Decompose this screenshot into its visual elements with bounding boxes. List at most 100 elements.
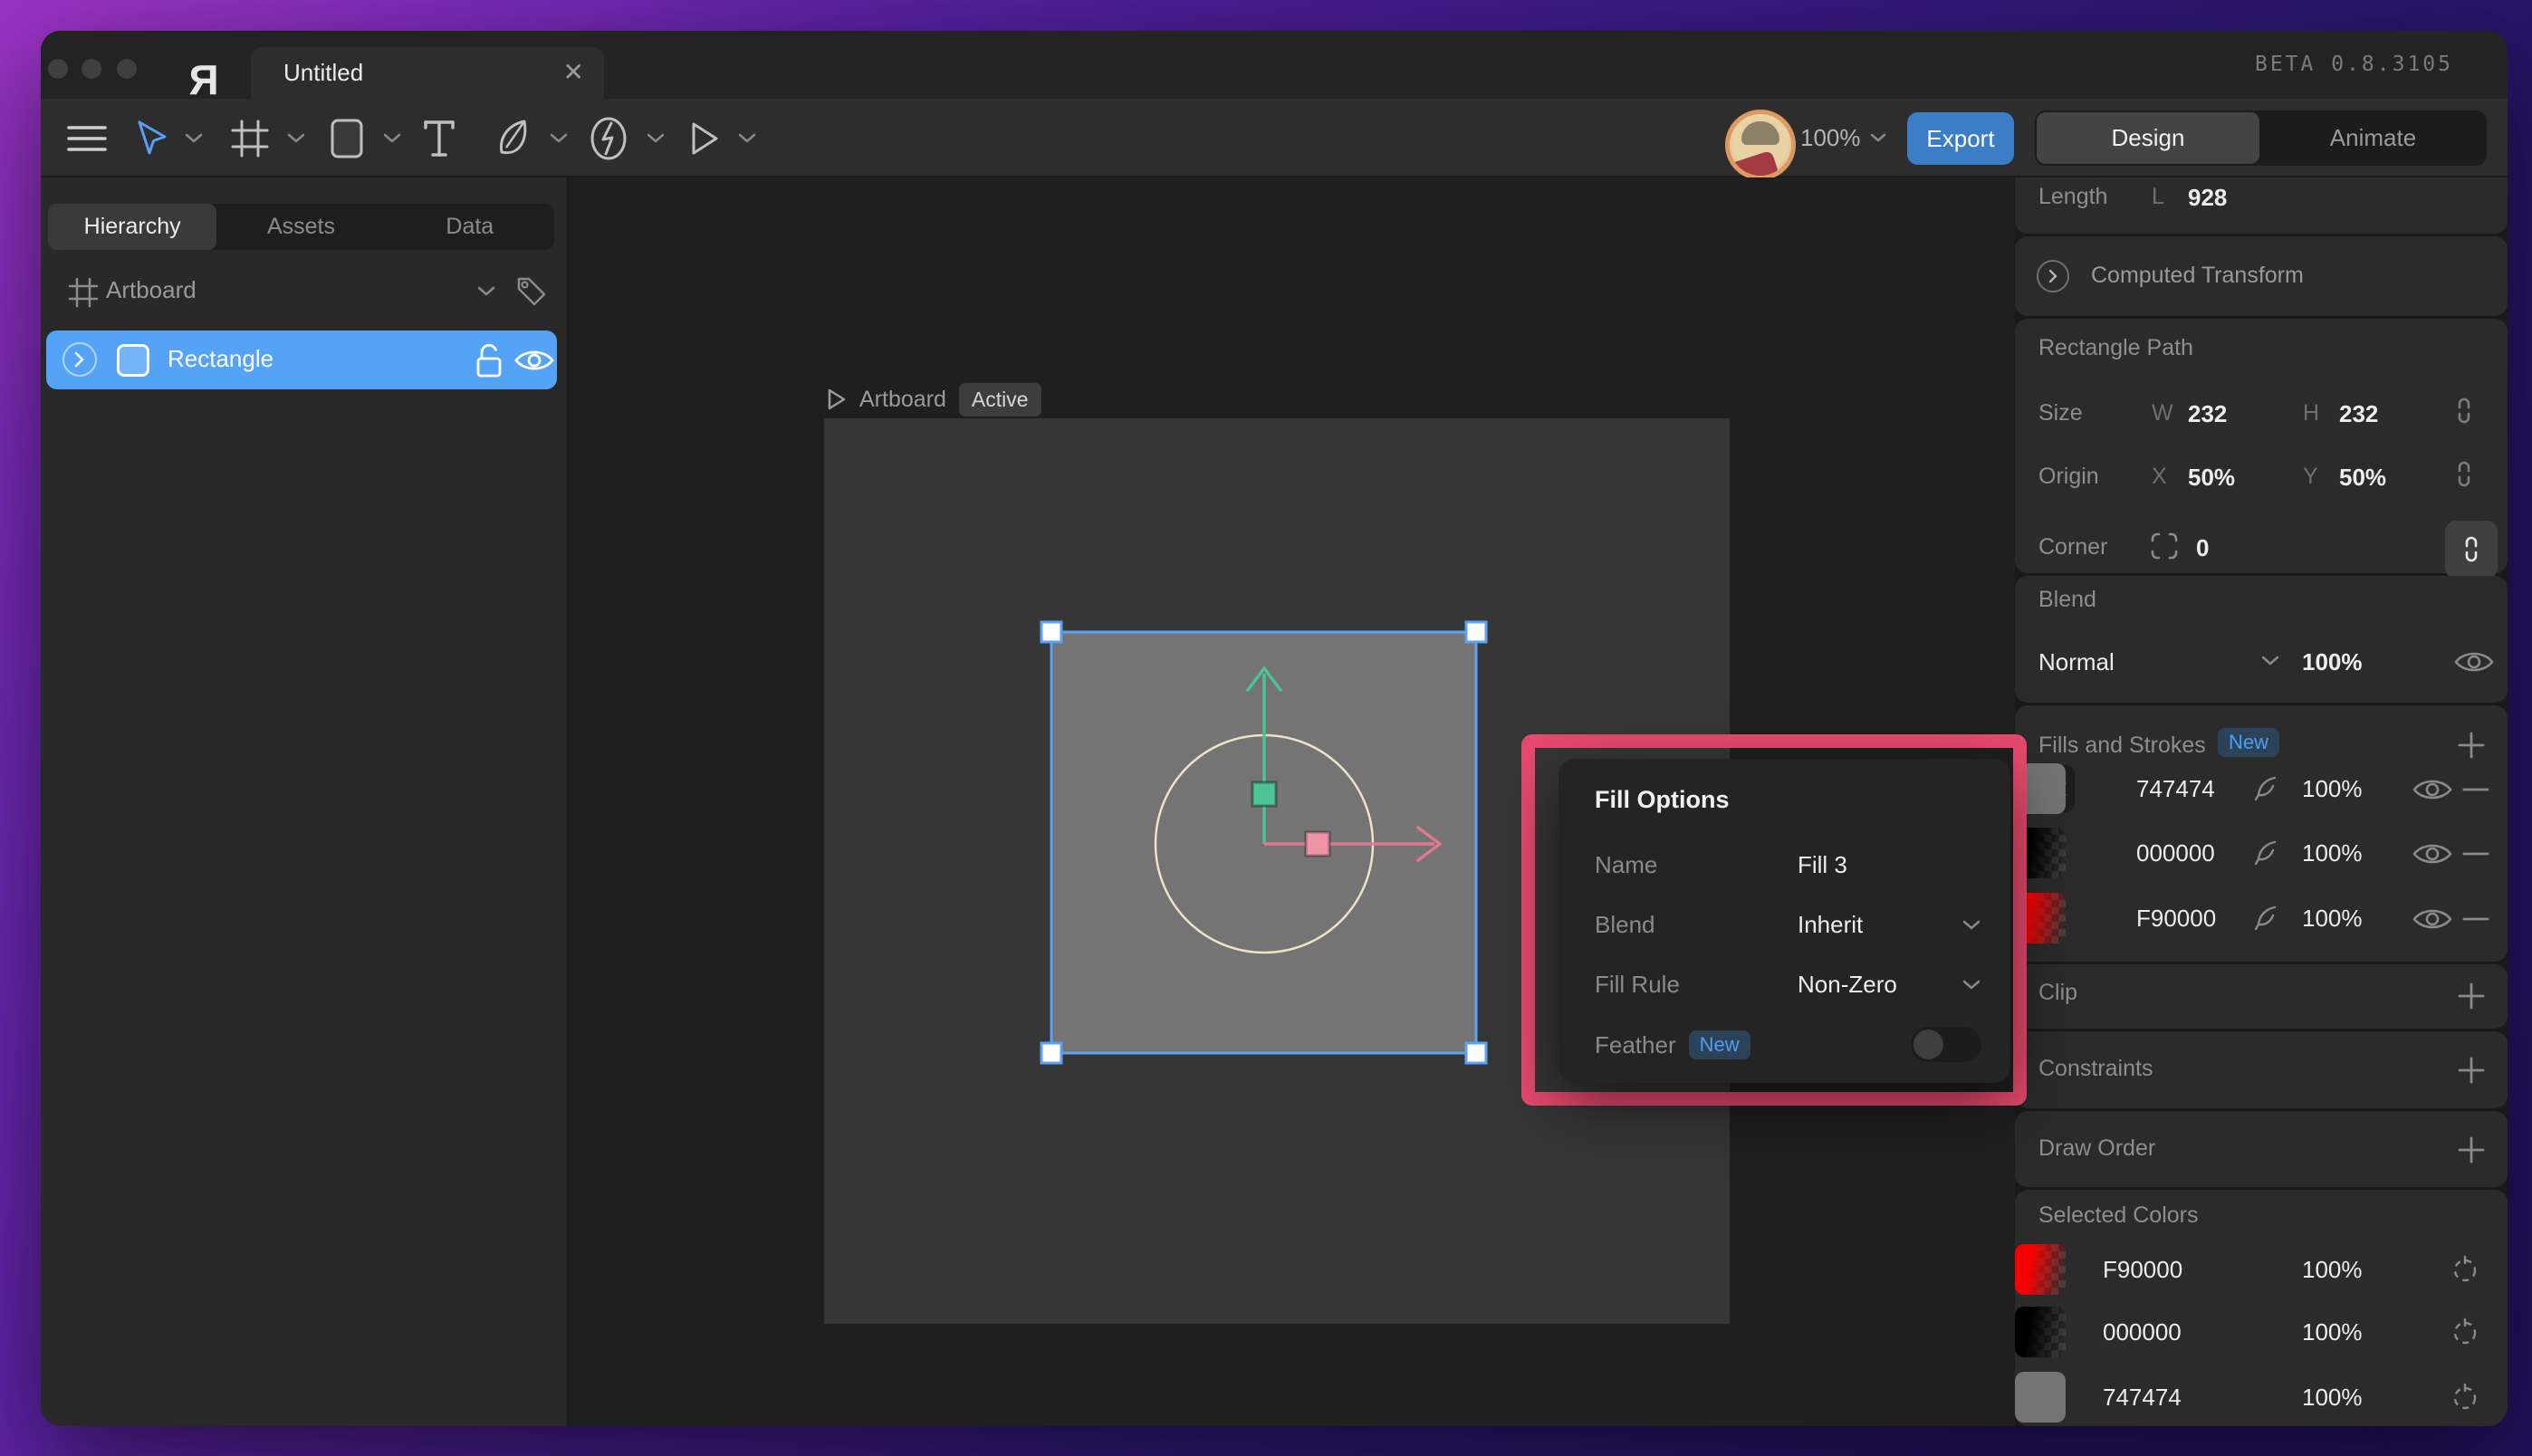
export-button[interactable]: Export xyxy=(1907,112,2014,165)
beta-version-label: BETA 0.8.3105 xyxy=(2255,53,2453,76)
y-axis-handle[interactable] xyxy=(1252,782,1276,806)
chevron-down-icon[interactable] xyxy=(287,133,305,144)
fill-hex[interactable]: 000000 xyxy=(2136,839,2215,867)
fill-row[interactable]: 000000 100% xyxy=(2015,828,2508,878)
fill-row[interactable]: 747474 100% xyxy=(2015,763,2508,814)
blend-select[interactable]: Inherit xyxy=(1798,911,1863,939)
chevron-down-icon[interactable] xyxy=(1962,920,1981,931)
length-value[interactable]: 928 xyxy=(2188,184,2227,212)
target-icon[interactable] xyxy=(2448,1381,2482,1415)
height-field[interactable]: 232 xyxy=(2339,400,2378,428)
select-tool[interactable] xyxy=(136,99,203,177)
tab-animate[interactable]: Animate xyxy=(2259,110,2487,166)
fill-hex[interactable]: F90000 xyxy=(2136,905,2216,933)
corner-field[interactable]: 0 xyxy=(2196,534,2209,562)
feather-icon[interactable] xyxy=(2252,775,2279,802)
width-field[interactable]: 232 xyxy=(2188,400,2227,428)
add-constraint-button[interactable] xyxy=(2457,1056,2486,1085)
name-value[interactable]: Fill 3 xyxy=(1798,851,1847,879)
rectangle-tool[interactable] xyxy=(329,99,401,177)
x-axis-handle[interactable] xyxy=(1306,832,1329,856)
add-clip-button[interactable] xyxy=(2457,982,2486,1011)
window-zoom-button[interactable] xyxy=(117,59,137,79)
chevron-down-icon[interactable] xyxy=(477,286,495,297)
fill-opacity[interactable]: 100% xyxy=(2302,905,2363,933)
color-swatch[interactable] xyxy=(2015,1244,2066,1295)
target-icon[interactable] xyxy=(2448,1253,2482,1288)
color-hex[interactable]: F90000 xyxy=(2103,1256,2182,1284)
document-tab[interactable]: Untitled ✕ xyxy=(251,47,604,99)
color-swatch[interactable] xyxy=(2015,1307,2066,1357)
fill-opacity[interactable]: 100% xyxy=(2302,775,2363,803)
name-label: Name xyxy=(1595,851,1657,879)
eye-icon[interactable] xyxy=(2412,905,2453,933)
feather-icon[interactable] xyxy=(2252,905,2279,932)
tag-icon[interactable] xyxy=(515,275,548,308)
chevron-down-icon[interactable] xyxy=(647,133,665,144)
link-icon[interactable] xyxy=(2453,458,2475,491)
remove-fill-icon[interactable] xyxy=(2462,851,2489,857)
corner-link-button[interactable] xyxy=(2445,521,2498,579)
tab-design[interactable]: Design xyxy=(2037,112,2259,164)
avatar[interactable] xyxy=(1725,110,1796,180)
origin-x-field[interactable]: 50% xyxy=(2188,464,2235,492)
chevron-down-icon[interactable] xyxy=(383,133,401,144)
popup-title: Fill Options xyxy=(1595,786,1730,814)
link-icon[interactable] xyxy=(2453,395,2475,427)
remove-fill-icon[interactable] xyxy=(2462,787,2489,792)
play-tool[interactable] xyxy=(689,99,756,177)
chevron-down-icon[interactable] xyxy=(1962,980,1981,991)
eye-icon[interactable] xyxy=(2412,840,2453,867)
add-draw-order-button[interactable] xyxy=(2457,1135,2486,1164)
color-opacity[interactable]: 100% xyxy=(2302,1318,2363,1346)
color-hex[interactable]: 000000 xyxy=(2103,1318,2182,1346)
color-opacity[interactable]: 100% xyxy=(2302,1256,2363,1284)
close-icon[interactable]: ✕ xyxy=(563,47,584,99)
pen-tool[interactable] xyxy=(494,99,568,177)
zoom-control[interactable]: 100% xyxy=(1800,99,1886,177)
eye-icon[interactable] xyxy=(2453,648,2495,675)
target-icon[interactable] xyxy=(2448,1316,2482,1350)
fill-opacity[interactable]: 100% xyxy=(2302,839,2363,867)
chevron-down-icon[interactable] xyxy=(550,133,568,144)
blend-opacity-field[interactable]: 100% xyxy=(2302,648,2363,676)
tree-item-rectangle[interactable]: Rectangle xyxy=(46,330,557,389)
color-hex[interactable]: 747474 xyxy=(2103,1384,2182,1412)
tab-data[interactable]: Data xyxy=(386,204,554,250)
feather-toggle[interactable] xyxy=(1911,1027,1981,1062)
blend-mode-select[interactable]: Normal xyxy=(2038,648,2115,676)
chevron-down-icon[interactable] xyxy=(738,133,756,144)
color-opacity[interactable]: 100% xyxy=(2302,1384,2363,1412)
fill-hex[interactable]: 747474 xyxy=(2136,775,2215,803)
eye-icon[interactable] xyxy=(2412,776,2453,803)
bolt-tool[interactable] xyxy=(589,99,665,177)
add-fill-button[interactable] xyxy=(2457,731,2486,760)
color-row[interactable]: 747474 100% xyxy=(2015,1372,2508,1422)
tab-assets[interactable]: Assets xyxy=(216,204,385,250)
remove-fill-icon[interactable] xyxy=(2462,916,2489,922)
section-computed-transform[interactable]: Computed Transform xyxy=(2015,236,2508,316)
origin-y-field[interactable]: 50% xyxy=(2339,464,2386,492)
feather-icon[interactable] xyxy=(2252,839,2279,867)
text-tool[interactable] xyxy=(421,99,457,177)
color-row[interactable]: 000000 100% xyxy=(2015,1307,2508,1357)
section-rectangle-path: Rectangle Path Size W 232 H 232 Origin X… xyxy=(2015,319,2508,573)
color-row[interactable]: F90000 100% xyxy=(2015,1244,2508,1295)
expand-chevron-icon[interactable] xyxy=(62,342,97,377)
tab-hierarchy[interactable]: Hierarchy xyxy=(48,204,216,250)
tree-item-artboard[interactable]: Artboard xyxy=(41,268,567,315)
expand-chevron-icon[interactable] xyxy=(2037,260,2069,292)
fill-row[interactable]: F90000 100% xyxy=(2015,893,2508,944)
window-close-button[interactable] xyxy=(48,59,68,79)
length-letter: L xyxy=(2152,184,2164,210)
artboard-tool[interactable] xyxy=(231,99,305,177)
fill-rule-select[interactable]: Non-Zero xyxy=(1798,971,1897,999)
eye-icon[interactable] xyxy=(513,347,555,374)
menu-button[interactable] xyxy=(66,99,108,177)
unlock-icon[interactable] xyxy=(472,342,504,378)
document-title: Untitled xyxy=(283,47,363,99)
chevron-down-icon[interactable] xyxy=(185,133,203,144)
color-swatch[interactable] xyxy=(2015,1372,2066,1422)
window-minimize-button[interactable] xyxy=(82,59,101,79)
chevron-down-icon[interactable] xyxy=(2261,656,2279,666)
